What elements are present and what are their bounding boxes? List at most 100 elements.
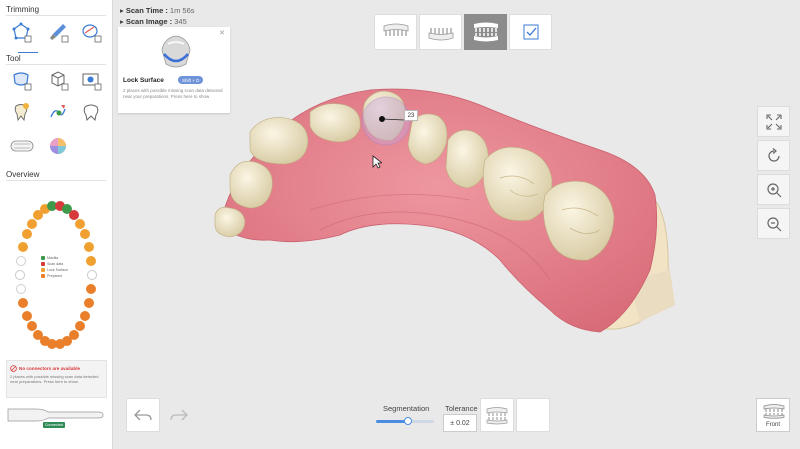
- tooth-outline-button[interactable]: [78, 100, 104, 124]
- undo-button[interactable]: [126, 398, 160, 432]
- box-tool-button[interactable]: [45, 68, 71, 92]
- checkbox-icon: [523, 24, 538, 40]
- overview-tooth[interactable]: [15, 255, 26, 266]
- expand-icon: [765, 113, 782, 130]
- overview-tooth[interactable]: [86, 255, 97, 266]
- selected-tool-indicator: [18, 52, 38, 53]
- tooth-fill-button[interactable]: [8, 100, 34, 124]
- close-icon[interactable]: ✕: [219, 29, 225, 37]
- segmentation-label: Segmentation: [383, 404, 430, 413]
- zoom-out-icon: [766, 216, 781, 231]
- brush-trim-icon: [50, 24, 69, 43]
- overview-tooth[interactable]: [83, 298, 94, 309]
- tolerance-input[interactable]: ± 0.02: [443, 414, 477, 432]
- overview-tooth[interactable]: [80, 310, 91, 321]
- overview-tooth[interactable]: [18, 298, 29, 309]
- warning-title-text: No connectors are available: [19, 366, 81, 371]
- camera-capture-button[interactable]: [78, 68, 104, 92]
- mouse-cursor-icon: [372, 155, 382, 169]
- scan-image-row: ▸ Scan Image : 345: [120, 17, 187, 26]
- redo-button[interactable]: [162, 398, 196, 432]
- overview-tooth[interactable]: [15, 270, 25, 280]
- jaw-occlusion-icon: [486, 407, 508, 425]
- view-upper-jaw-button[interactable]: [374, 14, 417, 50]
- fit-view-button[interactable]: [757, 106, 790, 137]
- legend-swatch: [41, 256, 45, 260]
- marker-tool-button[interactable]: [45, 100, 71, 124]
- connectors-warning[interactable]: No connectors are available 2 places wit…: [6, 360, 107, 398]
- selection-pin: [379, 116, 385, 122]
- color-wheel-button[interactable]: [45, 134, 71, 158]
- overview-tooth[interactable]: [21, 310, 32, 321]
- overview-tooth[interactable]: [26, 218, 37, 229]
- lasso-trim-button[interactable]: [78, 20, 104, 44]
- segmentation-slider[interactable]: [376, 417, 434, 425]
- redo-arrow-icon: [170, 409, 188, 421]
- box-tool-icon: [51, 71, 69, 91]
- color-wheel-icon: [50, 138, 66, 154]
- rotate-icon: [767, 147, 780, 162]
- legend-label: Maxilla: [47, 256, 59, 260]
- overview-tooth[interactable]: [86, 284, 97, 295]
- scan-tooth: [229, 161, 273, 209]
- overview-tooth[interactable]: [83, 241, 94, 252]
- legend-label: Scan data: [47, 262, 64, 266]
- front-view-button[interactable]: Front: [756, 398, 790, 432]
- tool-title: Tool: [6, 54, 21, 63]
- overview-tooth[interactable]: [15, 284, 26, 295]
- selected-tooth-label: 23: [404, 110, 418, 121]
- scan-tooth: [249, 117, 309, 165]
- marker-tool-icon: [50, 105, 66, 118]
- overview-tooth[interactable]: [69, 330, 79, 340]
- warning-title: No connectors are available: [10, 365, 80, 372]
- scan-time-row: ▸ Scan Time : 1m 56s: [120, 6, 195, 15]
- divider: [6, 64, 106, 65]
- overview-tooth[interactable]: [87, 270, 97, 280]
- scan-info: ▸ Scan Time : 1m 56s ▸ Scan Image : 345: [120, 5, 195, 27]
- front-teeth-icon: [763, 404, 785, 419]
- no-entry-icon: [10, 365, 17, 372]
- scan-time-label: Scan Time :: [125, 6, 168, 15]
- segmentation-slider-handle[interactable]: [403, 417, 412, 425]
- overview-tooth[interactable]: [75, 218, 86, 229]
- overview-legend-item: Lock Surface: [41, 268, 68, 272]
- overview-legend-item: Maxilla: [41, 256, 58, 260]
- lock-surface-preview-icon: [161, 35, 191, 68]
- overview-tooth[interactable]: [18, 241, 29, 252]
- overview-tooth[interactable]: [80, 229, 91, 240]
- zoom-out-button[interactable]: [757, 208, 790, 239]
- polygon-trim-button[interactable]: [8, 20, 34, 44]
- left-panel: Trimming Tool Overview Maxilla Scan data…: [0, 0, 113, 449]
- occlusion-button[interactable]: [8, 134, 36, 158]
- divider: [6, 180, 106, 181]
- confirm-button[interactable]: [509, 14, 552, 50]
- warning-description: 2 places with possible missing scan data…: [10, 374, 99, 385]
- both-jaws-icon: [473, 22, 498, 42]
- trimming-title: Trimming: [6, 5, 40, 14]
- legend-swatch: [41, 274, 45, 278]
- lower-jaw-icon: [428, 28, 453, 41]
- view-both-jaws-button[interactable]: [464, 14, 507, 50]
- overview-tooth[interactable]: [75, 321, 86, 332]
- lock-surface-icon: [13, 72, 32, 91]
- overview-tooth[interactable]: [21, 229, 32, 240]
- overview-legend-item: Scan data: [41, 262, 63, 266]
- view-lower-jaw-button[interactable]: [419, 14, 462, 50]
- empty-tool-slot[interactable]: [516, 398, 550, 432]
- zoom-in-icon: [766, 182, 781, 197]
- legend-swatch: [41, 262, 45, 266]
- polygon-trim-icon: [12, 22, 32, 43]
- zoom-in-button[interactable]: [757, 174, 790, 205]
- front-label: Front: [765, 422, 780, 428]
- tooth-outline-icon: [83, 104, 99, 122]
- camera-capture-icon: [82, 73, 102, 91]
- selected-tooth-highlight: [361, 96, 411, 146]
- dental-scan-model[interactable]: [200, 60, 720, 360]
- lock-surface-button[interactable]: [8, 68, 34, 92]
- scan-time-value: 1m 56s: [169, 6, 195, 15]
- occlusion-view-button[interactable]: [480, 398, 514, 432]
- undo-arrow-icon: [134, 409, 152, 421]
- device-status-badge: Connected: [43, 422, 65, 428]
- rotate-button[interactable]: [757, 140, 790, 171]
- brush-trim-button[interactable]: [45, 20, 71, 44]
